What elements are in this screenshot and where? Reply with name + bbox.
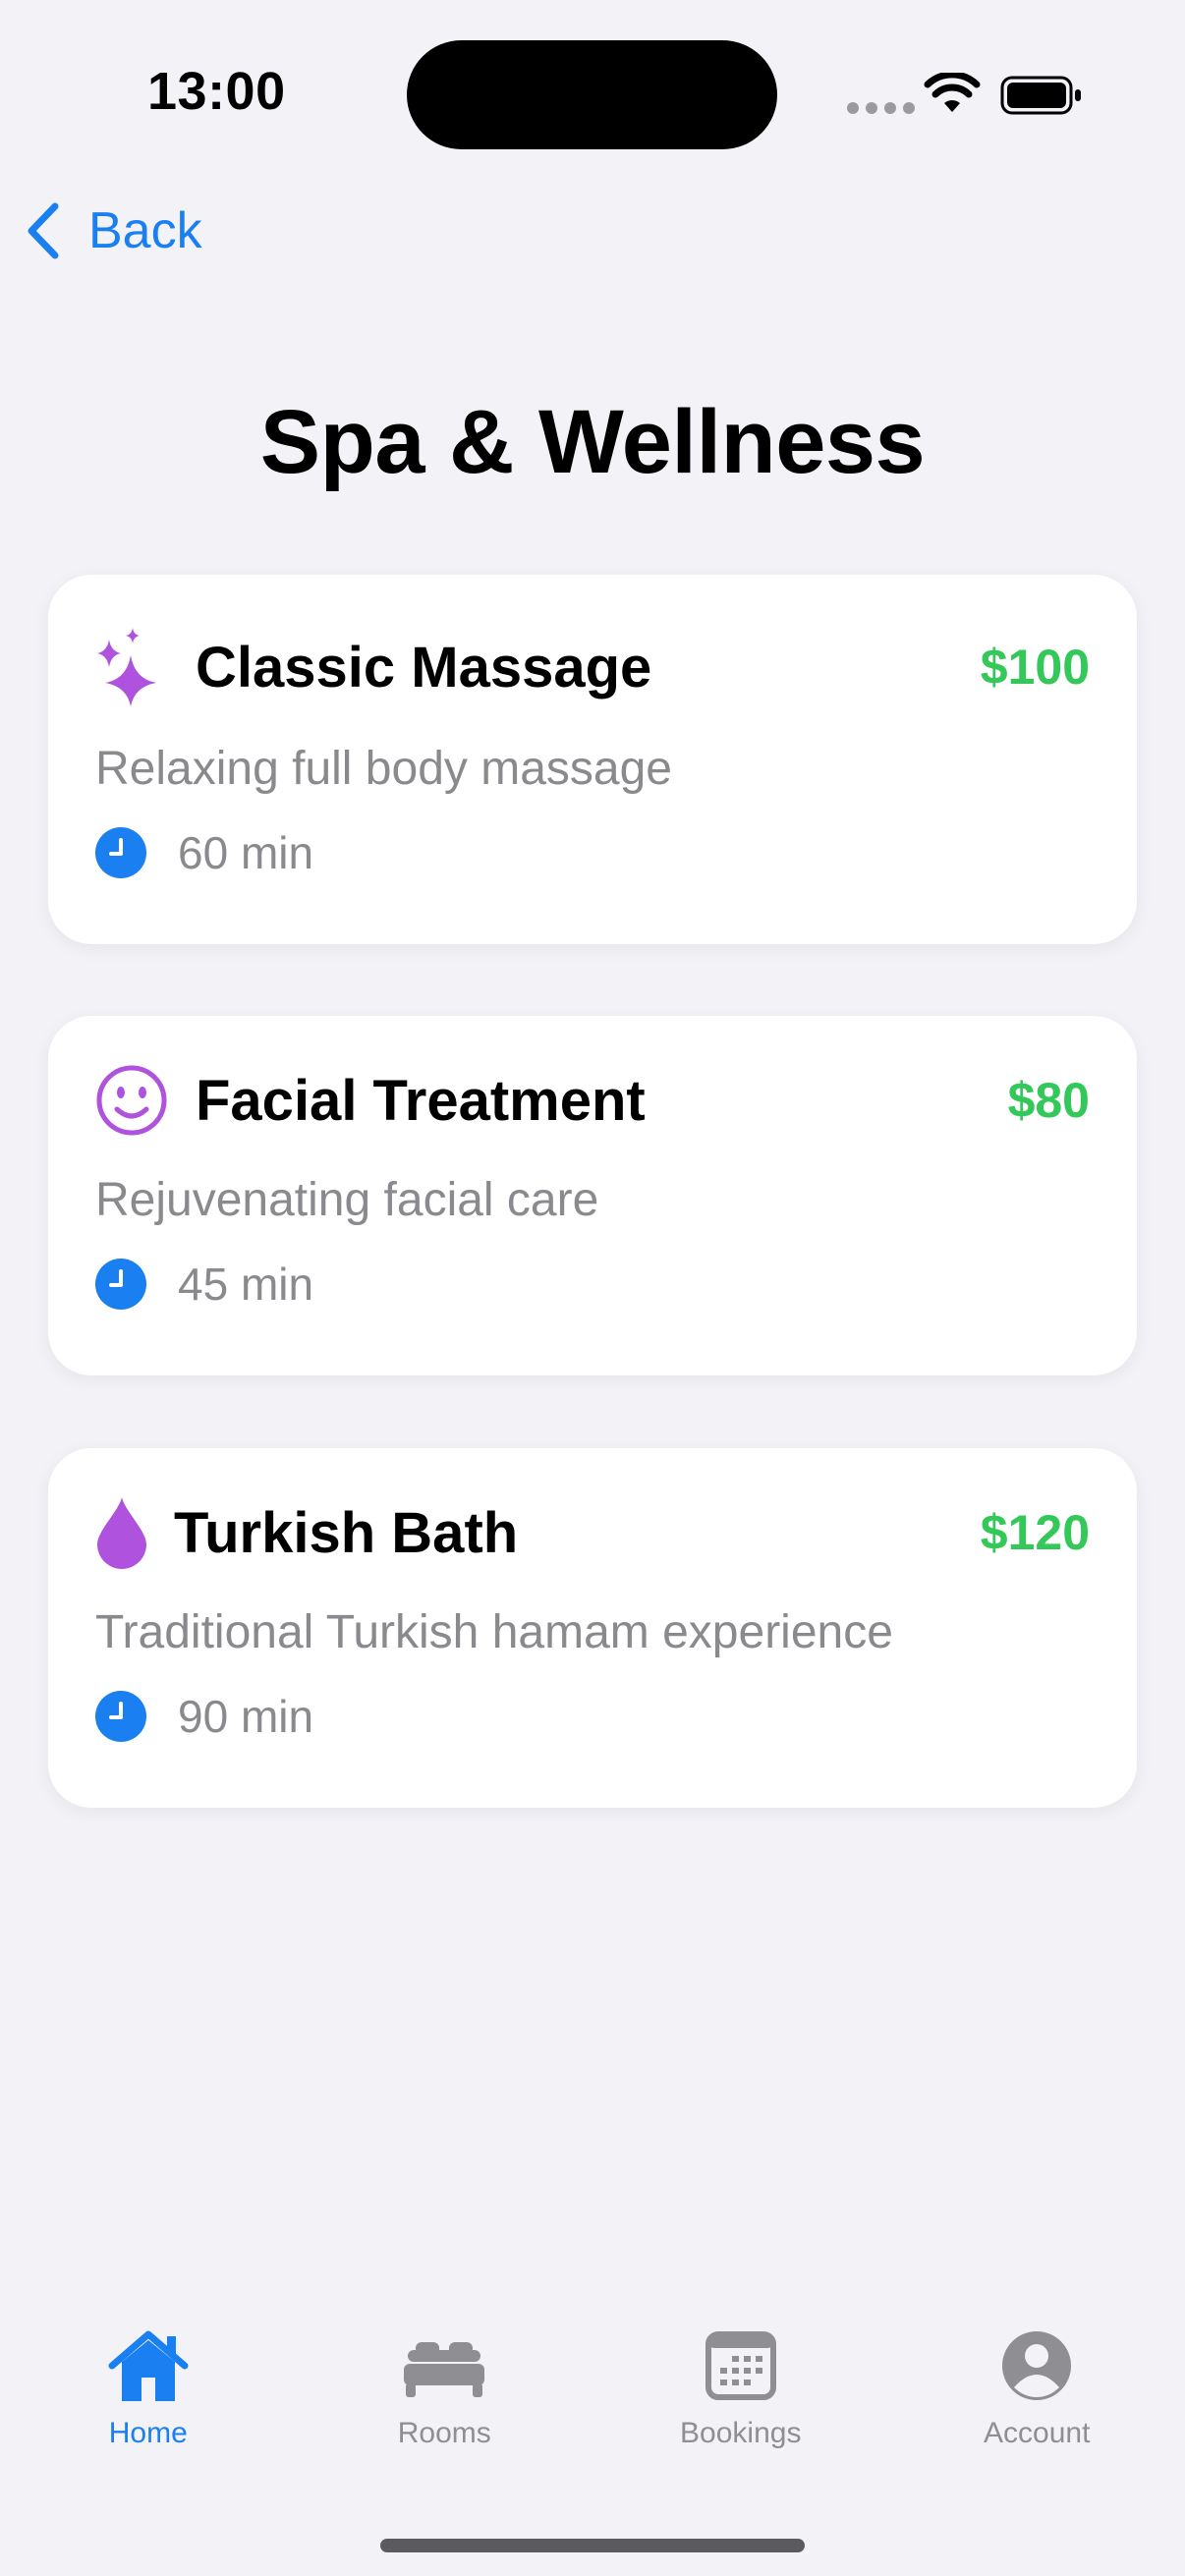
service-title: Facial Treatment — [196, 1068, 646, 1133]
tab-home[interactable]: Home — [0, 2328, 297, 2486]
person-circle-icon — [1002, 2331, 1072, 2400]
service-duration: 45 min — [178, 1259, 314, 1310]
service-title: Turkish Bath — [174, 1500, 519, 1565]
service-title: Classic Massage — [196, 635, 652, 700]
service-price: $80 — [1007, 1073, 1090, 1128]
tab-bookings[interactable]: Bookings — [592, 2328, 889, 2486]
calendar-icon — [705, 2331, 776, 2400]
tab-account[interactable]: Account — [889, 2328, 1185, 2486]
tab-label: Account — [984, 2417, 1091, 2449]
sparkles-icon — [95, 628, 168, 706]
service-description: Traditional Turkish hamam experience — [95, 1606, 893, 1658]
service-description: Relaxing full body massage — [95, 743, 672, 795]
service-card-facial-treatment[interactable]: Facial Treatment $80 Rejuvenating facial… — [48, 1016, 1137, 1375]
service-price: $100 — [980, 640, 1090, 695]
service-price: $120 — [980, 1505, 1090, 1560]
drop-icon — [95, 1496, 148, 1569]
tab-label: Home — [108, 2417, 188, 2449]
service-duration: 60 min — [178, 827, 314, 878]
bed-icon — [404, 2342, 485, 2397]
dynamic-island — [407, 40, 777, 149]
clock-icon — [95, 1259, 146, 1310]
tab-bar: Home Rooms Bookings Account — [0, 2328, 1185, 2486]
smiley-face-icon — [95, 1064, 168, 1137]
tab-label: Bookings — [680, 2417, 802, 2449]
tab-label: Rooms — [397, 2417, 491, 2449]
cellular-signal-icon — [847, 102, 915, 114]
back-button[interactable]: Back — [24, 196, 202, 265]
status-time: 13:00 — [147, 62, 286, 121]
back-label: Back — [88, 202, 202, 259]
battery-icon — [1000, 76, 1081, 115]
clock-icon — [95, 1691, 146, 1742]
service-card-turkish-bath[interactable]: Turkish Bath $120 Traditional Turkish ha… — [48, 1448, 1137, 1808]
clock-icon — [95, 827, 146, 878]
house-icon — [108, 2330, 189, 2401]
page-title: Spa & Wellness — [259, 392, 926, 492]
tab-rooms[interactable]: Rooms — [297, 2328, 593, 2486]
wifi-icon — [924, 73, 981, 112]
service-duration: 90 min — [178, 1691, 314, 1742]
home-indicator[interactable] — [380, 2539, 805, 2552]
chevron-left-icon — [28, 202, 59, 259]
service-card-classic-massage[interactable]: Classic Massage $100 Relaxing full body … — [48, 575, 1137, 944]
service-description: Rejuvenating facial care — [95, 1174, 599, 1226]
